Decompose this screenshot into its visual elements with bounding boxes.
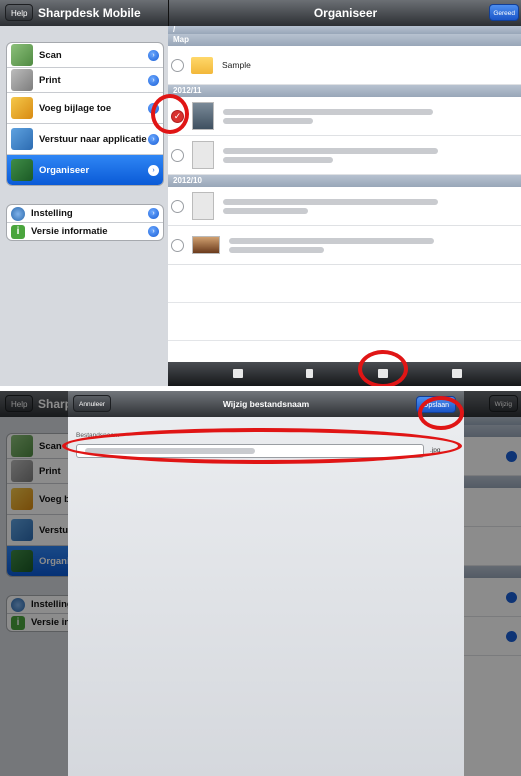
list-item-file[interactable] xyxy=(168,187,521,226)
folder-name: Sample xyxy=(222,60,251,70)
right-navbar: Organiseer Gereed xyxy=(168,0,521,26)
menu-item-settings[interactable]: Instelling › xyxy=(7,205,163,223)
menu-item-attach[interactable]: Voeg bijlage toe › xyxy=(7,93,163,124)
list-item-folder[interactable]: Sample xyxy=(168,46,521,85)
folder-icon xyxy=(191,56,213,74)
menu-label: Print xyxy=(39,74,61,86)
chevron-right-icon[interactable]: › xyxy=(148,133,159,145)
sidebar: Scan › Print › Voeg bijlage toe › Verstuur … xyxy=(0,26,168,386)
attach-icon xyxy=(11,97,33,119)
select-radio[interactable] xyxy=(171,199,184,213)
chevron-right-icon[interactable]: › xyxy=(148,164,159,176)
delete-icon[interactable] xyxy=(306,369,313,378)
gear-icon xyxy=(11,206,25,221)
send-to-app-icon xyxy=(11,128,33,150)
done-button[interactable]: Gereed xyxy=(489,4,519,21)
file-details-blurred xyxy=(223,106,521,127)
page-title: Organiseer xyxy=(313,6,378,20)
scan-icon xyxy=(11,44,33,66)
chevron-right-icon[interactable]: › xyxy=(148,226,159,237)
file-thumbnail xyxy=(192,236,220,254)
file-details-blurred xyxy=(229,235,521,256)
menu-label: Versie informatie xyxy=(31,226,108,237)
section-header: 2012/10 xyxy=(168,175,521,187)
screenshot-rename-dialog: Help Sharp Wijzig Scan Print Voeg b Vers… xyxy=(0,391,521,776)
screenshot-organise-list: Help Sharpdesk Mobile Organiseer Gereed … xyxy=(0,0,521,386)
annotation-ring xyxy=(418,396,464,430)
section-header: 2012/11 xyxy=(168,85,521,97)
dialog-title: Wijzig bestandsnaam xyxy=(222,399,310,409)
path-header: / xyxy=(168,26,521,34)
file-thumbnail xyxy=(192,141,214,169)
menu-label: Instelling xyxy=(31,208,73,219)
menu-item-version-info[interactable]: i Versie informatie › xyxy=(7,223,163,240)
chevron-right-icon[interactable]: › xyxy=(148,49,159,61)
dialog-header: Annuleer Wijzig bestandsnaam Opslaan xyxy=(68,391,464,417)
annotation-ring xyxy=(151,94,189,134)
empty-row xyxy=(168,265,521,303)
chevron-right-icon[interactable]: › xyxy=(148,208,159,219)
menu-label: Verstuur naar applicatie xyxy=(39,133,147,145)
select-radio[interactable] xyxy=(171,148,184,162)
extra-menu: Instelling › i Versie informatie › xyxy=(6,204,164,241)
menu-item-scan[interactable]: Scan › xyxy=(7,43,163,68)
main-menu: Scan › Print › Voeg bijlage toe › Verstuur … xyxy=(6,42,164,186)
select-radio[interactable] xyxy=(171,58,184,72)
print-icon xyxy=(11,69,33,91)
list-item-file[interactable]: ✓ xyxy=(168,97,521,136)
annotation-ring xyxy=(62,428,462,464)
file-list: / Map Sample 2012/11 ✓ 2012/10 xyxy=(168,26,521,386)
menu-item-send-to-app[interactable]: Verstuur naar applicatie › xyxy=(7,124,163,155)
help-button[interactable]: Help xyxy=(5,4,34,21)
app-title: Sharpdesk Mobile xyxy=(38,6,141,20)
info-icon: i xyxy=(11,224,25,239)
select-radio[interactable] xyxy=(171,238,184,252)
menu-label: Voeg bijlage toe xyxy=(39,102,112,114)
annotation-ring xyxy=(358,350,408,386)
menu-label: Organiseer xyxy=(39,164,90,176)
menu-item-print[interactable]: Print › xyxy=(7,68,163,93)
list-item-file[interactable] xyxy=(168,136,521,175)
menu-label: Scan xyxy=(39,49,62,61)
bottom-toolbar xyxy=(168,362,521,386)
organise-icon xyxy=(11,159,33,181)
section-header: Map xyxy=(168,34,521,46)
file-thumbnail xyxy=(192,192,214,220)
move-icon[interactable] xyxy=(452,369,462,378)
empty-row xyxy=(168,303,521,341)
new-folder-icon[interactable] xyxy=(233,369,243,378)
list-item-file[interactable] xyxy=(168,226,521,265)
chevron-right-icon[interactable]: › xyxy=(148,74,159,86)
file-details-blurred xyxy=(223,196,521,217)
file-thumbnail xyxy=(192,102,214,130)
file-details-blurred xyxy=(223,145,521,166)
left-navbar: Help Sharpdesk Mobile xyxy=(0,0,168,26)
menu-item-organise[interactable]: Organiseer › xyxy=(7,155,163,185)
